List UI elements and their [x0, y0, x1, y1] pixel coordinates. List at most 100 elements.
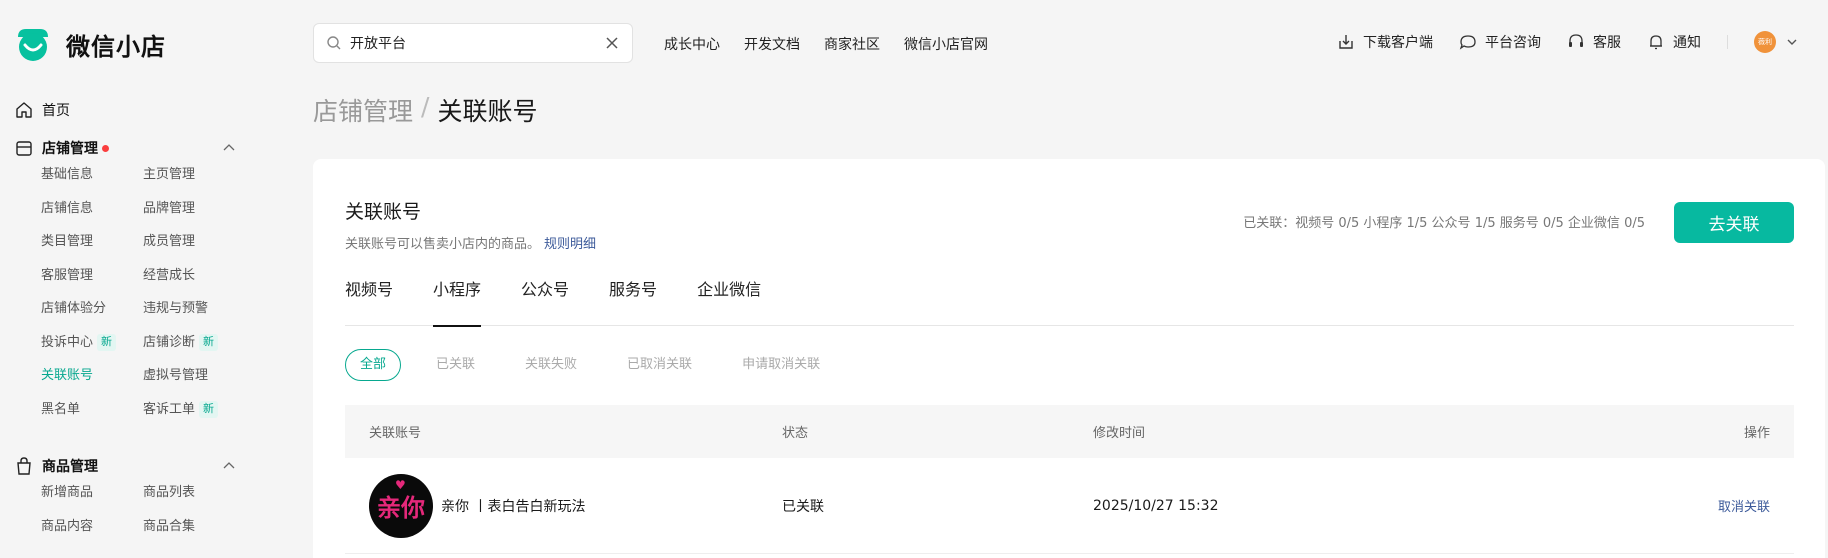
- search-input[interactable]: [350, 35, 604, 51]
- sidebar-item-members[interactable]: 成员管理: [143, 225, 263, 259]
- breadcrumb-separator: /: [421, 92, 430, 121]
- home-icon: [16, 102, 32, 118]
- sidebar-group-store-head[interactable]: 店铺管理: [14, 138, 236, 158]
- nav-dev-docs[interactable]: 开发文档: [744, 34, 800, 54]
- sidebar-item-goods-content[interactable]: 商品内容: [41, 510, 143, 544]
- sidebar-item-label: 首页: [42, 103, 70, 119]
- account-avatar-text: 亲你: [377, 494, 425, 522]
- chat-bubble-icon: [1459, 35, 1476, 50]
- account-type-tabs: 视频号 小程序 公众号 服务号 企业微信: [345, 276, 1794, 327]
- sidebar-item-virtual-number[interactable]: 虚拟号管理: [143, 359, 263, 393]
- filter-cancelled[interactable]: 已取消关联: [612, 349, 707, 381]
- download-icon: [1339, 35, 1353, 49]
- sidebar-item-goods-list[interactable]: 商品列表: [143, 476, 263, 510]
- sidebar-item-complaints[interactable]: 投诉中心新: [41, 326, 143, 360]
- filter-failed[interactable]: 关联失败: [510, 349, 592, 381]
- shopping-bag-icon: [17, 457, 31, 475]
- app-name: 微信小店: [66, 32, 166, 61]
- header-time: 修改时间: [1093, 426, 1146, 441]
- nav-growth-center[interactable]: 成长中心: [664, 34, 720, 54]
- notify-label: 通知: [1673, 35, 1701, 51]
- account-name: 亲你 丨表白告白新玩法: [441, 498, 586, 515]
- link-stats: 已关联：视频号 0/5 小程序 1/5 公众号 1/5 服务号 0/5 企业微信…: [1243, 216, 1645, 231]
- chevron-up-icon[interactable]: [222, 141, 236, 155]
- tab-official-account[interactable]: 公众号: [521, 276, 569, 326]
- breadcrumb: 店铺管理 / 关联账号: [313, 92, 537, 128]
- notification-button[interactable]: 通知: [1647, 32, 1701, 52]
- account-avatar: ♥ 亲你: [369, 473, 433, 538]
- linked-accounts-table: 关联账号 状态 修改时间 操作 ♥ 亲你 亲你 丨表白告白新玩法 已关联 202…: [345, 405, 1794, 554]
- store-submenu: 基础信息 主页管理 店铺信息 品牌管理 类目管理 成员管理 客服管理 经营成长 …: [41, 158, 236, 426]
- filter-cancel-requested[interactable]: 申请取消关联: [727, 349, 835, 381]
- new-badge: 新: [199, 333, 219, 351]
- new-badge: 新: [97, 333, 117, 351]
- app-logo[interactable]: 微信小店: [14, 25, 166, 63]
- filter-all[interactable]: 全部: [345, 349, 402, 381]
- breadcrumb-parent[interactable]: 店铺管理: [313, 92, 413, 128]
- sidebar-item-category[interactable]: 类目管理: [41, 225, 143, 259]
- close-icon[interactable]: [604, 35, 620, 51]
- avatar[interactable]: 薇利: [1754, 31, 1776, 53]
- consult-label: 平台咨询: [1485, 35, 1541, 51]
- sidebar-item-diagnosis[interactable]: 店铺诊断新: [143, 326, 263, 360]
- sidebar-item-homepage[interactable]: 主页管理: [143, 158, 263, 192]
- store-icon: [16, 141, 32, 156]
- sidebar-group-goods: 商品管理 新增商品 商品列表 商品内容 商品合集: [14, 456, 236, 543]
- sidebar-item-blacklist[interactable]: 黑名单: [41, 393, 143, 427]
- status-text: 已关联: [782, 498, 824, 515]
- divider: [1727, 35, 1728, 49]
- sidebar-item-cs[interactable]: 客服管理: [41, 259, 143, 293]
- download-client-button[interactable]: 下载客户端: [1337, 32, 1433, 52]
- sidebar-item-tickets[interactable]: 客诉工单新: [143, 393, 263, 427]
- sidebar-item-basic-info[interactable]: 基础信息: [41, 158, 143, 192]
- modified-time: 2025/10/27 15:32: [1093, 497, 1219, 514]
- shop-logo-icon: [14, 25, 52, 63]
- tab-mini-program[interactable]: 小程序: [433, 276, 482, 327]
- headset-icon: [1569, 34, 1583, 47]
- notification-dot: [102, 144, 109, 152]
- sidebar-item-store-info[interactable]: 店铺信息: [41, 192, 143, 226]
- sidebar-item-experience[interactable]: 店铺体验分: [41, 292, 143, 326]
- nav-official-site[interactable]: 微信小店官网: [904, 34, 988, 54]
- customer-service-button[interactable]: 客服: [1567, 32, 1621, 52]
- card-title: 关联账号: [345, 201, 422, 223]
- table-row: ♥ 亲你 亲你 丨表白告白新玩法 已关联 2025/10/27 15:32 取消…: [345, 458, 1794, 554]
- chevron-down-icon[interactable]: [1786, 36, 1798, 48]
- sidebar-item-linked-accounts[interactable]: 关联账号: [41, 359, 143, 393]
- header-status: 状态: [782, 426, 809, 441]
- top-header: 微信小店 成长中心 开发文档 商家社区 微信小店官网 下载客户端 平台咨询 客服…: [0, 0, 1828, 86]
- sidebar-group-store: 店铺管理 基础信息 主页管理 店铺信息 品牌管理 类目管理 成员管理 客服管理 …: [14, 138, 236, 426]
- platform-consult-button[interactable]: 平台咨询: [1459, 32, 1541, 52]
- service-label: 客服: [1593, 35, 1621, 51]
- sidebar-item-home[interactable]: 首页: [14, 100, 70, 120]
- cancel-link-button[interactable]: 取消关联: [1718, 496, 1770, 515]
- top-tools: 下载客户端 平台咨询 客服 通知 薇利: [1311, 31, 1798, 53]
- search-icon: [327, 36, 341, 50]
- chevron-up-icon[interactable]: [222, 459, 236, 473]
- nav-merchant-community[interactable]: 商家社区: [824, 34, 880, 54]
- new-badge: 新: [199, 400, 219, 418]
- card-description: 关联账号可以售卖小店内的商品。 规则明细: [345, 233, 596, 252]
- page-title: 关联账号: [437, 97, 538, 126]
- download-label: 下载客户端: [1363, 35, 1433, 51]
- go-link-button[interactable]: 去关联: [1674, 202, 1794, 243]
- sidebar-item-violations[interactable]: 违规与预警: [143, 292, 263, 326]
- sidebar-item-add-goods[interactable]: 新增商品: [41, 476, 143, 510]
- search-box[interactable]: [313, 23, 633, 63]
- sidebar-group-title: 店铺管理: [42, 141, 98, 157]
- sidebar-item-goods-collection[interactable]: 商品合集: [143, 510, 263, 544]
- sidebar-item-growth[interactable]: 经营成长: [143, 259, 263, 293]
- tab-wecom[interactable]: 企业微信: [697, 276, 761, 326]
- sidebar-group-goods-head[interactable]: 商品管理: [14, 456, 236, 476]
- card-desc-text: 关联账号可以售卖小店内的商品。: [345, 237, 541, 252]
- status-filters: 全部 已关联 关联失败 已取消关联 申请取消关联: [345, 349, 855, 381]
- rules-link[interactable]: 规则明细: [544, 237, 596, 252]
- tab-service-account[interactable]: 服务号: [609, 276, 657, 326]
- tab-channels[interactable]: 视频号: [345, 276, 393, 326]
- filter-linked[interactable]: 已关联: [421, 349, 490, 381]
- table-header: 关联账号 状态 修改时间 操作: [345, 405, 1794, 458]
- header-account: 关联账号: [369, 426, 422, 441]
- goods-submenu: 新增商品 商品列表 商品内容 商品合集: [41, 476, 236, 543]
- top-nav: 成长中心 开发文档 商家社区 微信小店官网: [664, 34, 988, 54]
- sidebar-item-brand[interactable]: 品牌管理: [143, 192, 263, 226]
